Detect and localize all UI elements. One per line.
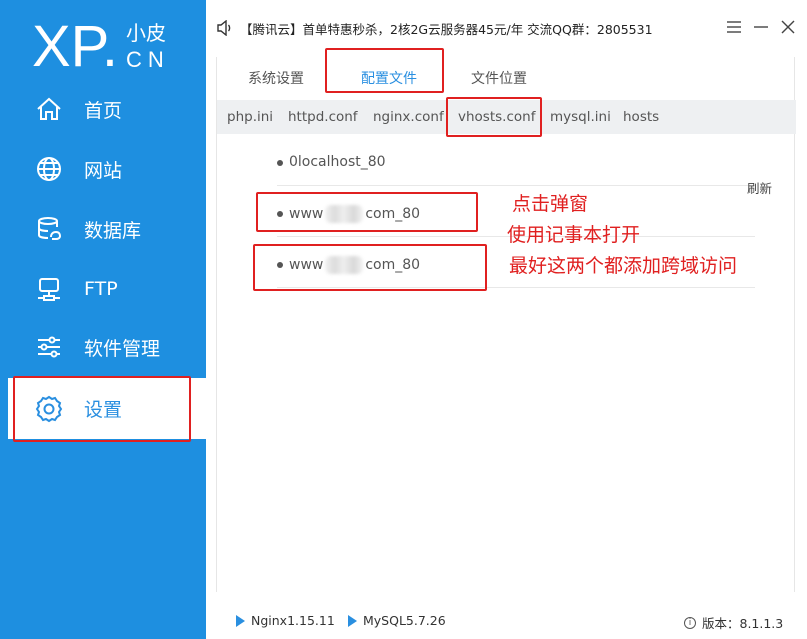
close-icon[interactable] <box>778 16 798 38</box>
logo-small-bottom-text: CN <box>126 47 170 72</box>
vhost-label: www com_80 <box>289 205 421 223</box>
app-version-text: 版本：8.1.1.3 <box>702 616 784 631</box>
vhost-label: www com_80 <box>289 256 421 274</box>
settings-panel: 系统设置 配置文件 文件位置 php.ini httpd.conf nginx.… <box>216 57 796 592</box>
logo-main-text: XP. <box>32 14 119 79</box>
sidebar-item-label: FTP <box>84 278 118 300</box>
sidebar-item-home[interactable]: 首页 <box>0 79 206 139</box>
sidebar-item-website[interactable]: 网站 <box>0 139 206 199</box>
subtab-nginx-conf[interactable]: nginx.conf <box>373 109 444 125</box>
sidebar-item-software[interactable]: 软件管理 <box>0 317 206 377</box>
tab-system-settings[interactable]: 系统设置 <box>248 68 304 88</box>
vhost-label: 0localhost_80 <box>289 154 386 170</box>
annotation-note-2: 使用记事本打开 <box>507 224 641 246</box>
minimize-icon[interactable] <box>751 16 771 38</box>
hamburger-icon[interactable] <box>724 16 744 38</box>
sidebar-item-database[interactable]: 数据库 <box>0 199 206 259</box>
redacted-blur <box>325 256 364 274</box>
sidebar-item-settings[interactable]: 设置 <box>8 378 206 439</box>
sliders-icon <box>34 332 64 362</box>
mysql-status[interactable]: MySQL5.7.26 <box>348 613 446 628</box>
sidebar-item-label: 首页 <box>84 99 123 122</box>
mysql-version: MySQL5.7.26 <box>363 613 446 628</box>
gear-icon <box>34 394 64 424</box>
sidebar-item-ftp[interactable]: FTP <box>0 259 206 319</box>
sidebar-item-label: 网站 <box>84 159 123 182</box>
bullet <box>277 211 283 217</box>
sidebar-item-label: 软件管理 <box>84 337 161 360</box>
sidebar-item-label: 数据库 <box>84 219 142 242</box>
ftp-server-icon <box>34 274 64 304</box>
vhost-item[interactable]: 0localhost_80 <box>277 146 755 186</box>
refresh-button[interactable]: 刷新 <box>747 178 772 197</box>
logo-small-top-text: 小皮 <box>126 21 166 45</box>
status-bar: Nginx1.15.11 MySQL5.7.26 i 版本：8.1.1.3 <box>206 600 807 639</box>
ad-banner-text[interactable]: 【腾讯云】首单特惠秒杀，2核2G云服务器45元/年 交流QQ群：2805531 <box>240 19 653 38</box>
nginx-status[interactable]: Nginx1.15.11 <box>236 613 335 628</box>
redacted-blur <box>325 205 364 223</box>
subtab-mysql-ini[interactable]: mysql.ini <box>550 109 611 125</box>
annotation-note-1: 点击弹窗 <box>512 193 589 215</box>
app-version: i 版本：8.1.1.3 <box>684 613 783 632</box>
tab-config-files[interactable]: 配置文件 <box>361 68 417 88</box>
play-icon <box>348 614 357 627</box>
database-icon <box>34 214 64 244</box>
sidebar-item-label: 设置 <box>84 399 123 421</box>
home-icon <box>34 94 64 124</box>
play-icon <box>236 614 245 627</box>
bullet <box>277 262 283 268</box>
top-bar: 【腾讯云】首单特惠秒杀，2核2G云服务器45元/年 交流QQ群：2805531 <box>206 0 807 57</box>
settings-tabs: 系统设置 配置文件 文件位置 <box>217 57 796 97</box>
nginx-version: Nginx1.15.11 <box>251 613 335 628</box>
sidebar: XP. 小皮 CN 首页 网站 数据库 FTP 软件管理 设置 <box>0 0 206 639</box>
speaker-icon <box>216 19 234 37</box>
annotation-note-3: 最好这两个都添加跨域访问 <box>509 255 738 277</box>
globe-icon <box>34 154 64 184</box>
info-icon: i <box>684 616 696 629</box>
subtab-php-ini[interactable]: php.ini <box>227 109 273 125</box>
active-tab-indicator <box>348 91 440 93</box>
subtab-vhosts-conf[interactable]: vhosts.conf <box>458 109 535 125</box>
bullet <box>277 160 283 166</box>
subtab-httpd-conf[interactable]: httpd.conf <box>288 109 358 125</box>
config-file-tabs: php.ini httpd.conf nginx.conf vhosts.con… <box>217 100 796 134</box>
subtab-hosts[interactable]: hosts <box>623 109 659 125</box>
tab-file-location[interactable]: 文件位置 <box>471 68 527 88</box>
